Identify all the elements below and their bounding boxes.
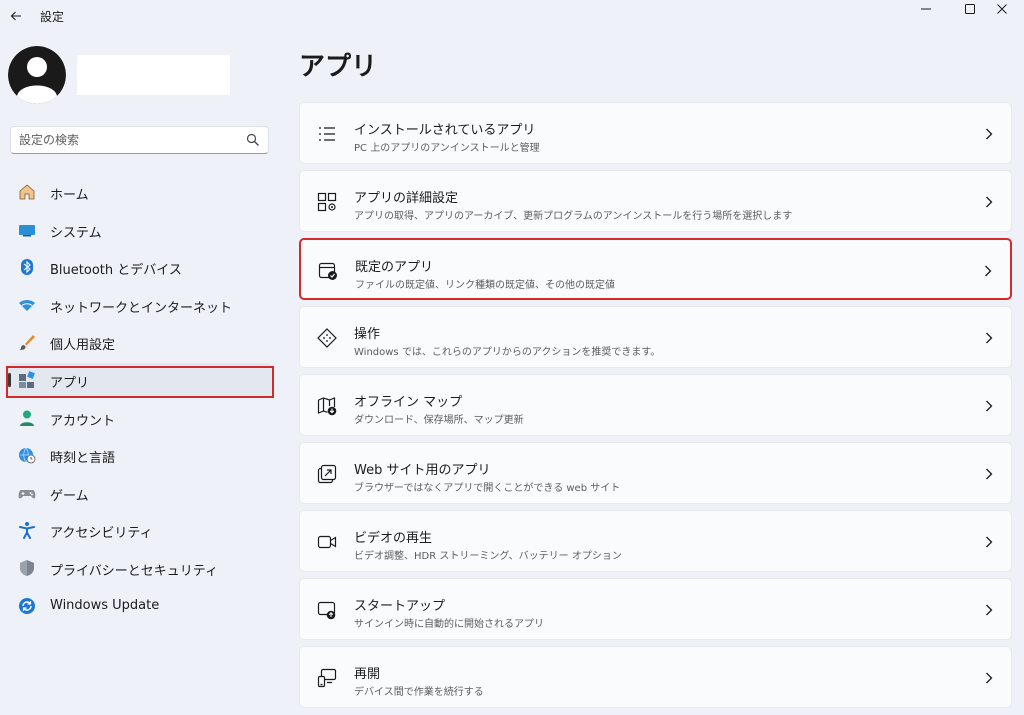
- card-apps-for-websites[interactable]: Web サイト用のアプリ ブラウザーではなくアプリで開くことができる web サ…: [299, 442, 1012, 504]
- bluetooth-icon: [18, 258, 36, 276]
- user-avatar[interactable]: [8, 46, 66, 104]
- chevron-right-icon: [983, 671, 995, 685]
- chevron-right-icon: [983, 467, 995, 481]
- card-video-playback[interactable]: ビデオの再生 ビデオ調整、HDR ストリーミング、バッテリー オプション: [299, 510, 1012, 572]
- sidebar-item-time-language[interactable]: 時刻と言語: [8, 438, 272, 472]
- card-subtitle: サインイン時に自動的に開始されるアプリ: [354, 619, 544, 630]
- person-avatar-icon: [8, 46, 66, 104]
- accessibility-icon: [18, 521, 36, 540]
- sidebar-item-windows-update[interactable]: Windows Update: [8, 589, 272, 623]
- app-title: 設定: [40, 10, 65, 24]
- brush-icon: [18, 333, 36, 351]
- sidebar-item-personalization[interactable]: 個人用設定: [8, 325, 272, 359]
- sidebar-nav: ホーム システム Bluetooth とデバイス ネットワークとインターネット …: [8, 175, 272, 626]
- card-installed-apps[interactable]: インストールされているアプリ PC 上のアプリのアンインストールと管理: [299, 102, 1012, 164]
- sidebar-item-network[interactable]: ネットワークとインターネット: [8, 288, 272, 322]
- chevron-right-icon: [982, 264, 994, 278]
- shield-icon: [18, 559, 36, 577]
- sidebar-item-label: ネットワークとインターネット: [50, 300, 233, 316]
- card-title: 再開: [354, 667, 381, 682]
- resume-devices-icon: [316, 667, 338, 689]
- search-input[interactable]: [19, 131, 239, 149]
- title-bar: 設定: [0, 0, 1024, 32]
- home-icon: [18, 183, 36, 201]
- minimize-icon: [921, 8, 931, 10]
- sidebar-item-bluetooth[interactable]: Bluetooth とデバイス: [8, 250, 272, 284]
- card-resume[interactable]: 再開 デバイス間で作業を続行する: [299, 646, 1012, 708]
- video-camera-icon: [316, 531, 338, 553]
- card-title: アプリの詳細設定: [354, 191, 459, 206]
- card-subtitle: ダウンロード、保存場所、マップ更新: [354, 415, 524, 426]
- close-icon: [997, 4, 1007, 14]
- sidebar-item-label: アクセシビリティ: [50, 526, 153, 542]
- list-icon: [316, 123, 338, 145]
- card-startup[interactable]: スタートアップ サインイン時に自動的に開始されるアプリ: [299, 578, 1012, 640]
- card-title: スタートアップ: [354, 599, 446, 614]
- sidebar-item-label: ゲーム: [50, 488, 89, 504]
- card-subtitle: デバイス間で作業を続行する: [354, 687, 484, 698]
- windows-update-icon: [18, 597, 36, 615]
- card-default-apps[interactable]: 既定のアプリ ファイルの既定値、リンク種類の既定値、その他の既定値: [299, 238, 1012, 300]
- arrow-left-icon: [10, 11, 21, 21]
- card-subtitle: ブラウザーではなくアプリで開くことができる web サイト: [354, 483, 621, 494]
- maximize-icon: [965, 4, 975, 14]
- card-subtitle: ファイルの既定値、リンク種類の既定値、その他の既定値: [355, 280, 615, 291]
- back-button[interactable]: [6, 6, 26, 26]
- wifi-icon: [18, 296, 36, 314]
- search-icon[interactable]: [246, 133, 260, 147]
- settings-card-list: インストールされているアプリ PC 上のアプリのアンインストールと管理 アプリの…: [299, 102, 1012, 714]
- sidebar-item-label: 時刻と言語: [50, 451, 116, 467]
- sidebar-item-label: プライバシーとセキュリティ: [50, 563, 218, 579]
- card-title: 操作: [354, 327, 381, 342]
- app-settings-icon: [316, 191, 338, 213]
- user-name-redacted: [77, 55, 230, 95]
- sidebar-item-system[interactable]: システム: [8, 213, 272, 247]
- page-title: アプリ: [299, 52, 378, 82]
- card-subtitle: Windows では、これらのアプリからのアクションを推奨できます。: [354, 347, 661, 358]
- card-title: オフライン マップ: [354, 395, 463, 410]
- card-title: 既定のアプリ: [355, 260, 434, 275]
- card-subtitle: ビデオ調整、HDR ストリーミング、バッテリー オプション: [354, 551, 622, 562]
- sidebar-item-label: Windows Update: [50, 597, 160, 613]
- sidebar-item-gaming[interactable]: ゲーム: [8, 476, 272, 510]
- gamepad-icon: [18, 484, 36, 502]
- card-subtitle: アプリの取得、アプリのアーカイブ、更新プログラムのアンインストールを行う場所を選…: [354, 211, 793, 222]
- close-button[interactable]: [980, 0, 1024, 18]
- sidebar-item-home[interactable]: ホーム: [8, 175, 272, 209]
- startup-icon: [316, 599, 338, 621]
- actions-icon: [316, 327, 338, 349]
- settings-search-box[interactable]: [10, 126, 269, 154]
- sidebar-item-label: 個人用設定: [50, 338, 116, 354]
- sidebar-item-label: アカウント: [50, 413, 116, 429]
- sidebar-item-accessibility[interactable]: アクセシビリティ: [8, 513, 272, 547]
- open-external-icon: [316, 463, 338, 485]
- card-subtitle: PC 上のアプリのアンインストールと管理: [354, 143, 540, 154]
- sidebar-item-accounts[interactable]: アカウント: [8, 401, 272, 435]
- card-offline-maps[interactable]: オフライン マップ ダウンロード、保存場所、マップ更新: [299, 374, 1012, 436]
- chevron-right-icon: [983, 331, 995, 345]
- chevron-right-icon: [983, 535, 995, 549]
- sidebar-item-privacy-security[interactable]: プライバシーとセキュリティ: [8, 551, 272, 585]
- card-advanced-app-settings[interactable]: アプリの詳細設定 アプリの取得、アプリのアーカイブ、更新プログラムのアンインスト…: [299, 170, 1012, 232]
- chevron-right-icon: [983, 127, 995, 141]
- card-title: ビデオの再生: [354, 531, 433, 546]
- account-icon: [18, 409, 36, 427]
- chevron-right-icon: [983, 399, 995, 413]
- globe-clock-icon: [18, 446, 36, 464]
- sidebar-item-label: Bluetooth とデバイス: [50, 263, 182, 279]
- sidebar-item-label: システム: [50, 225, 102, 241]
- card-title: Web サイト用のアプリ: [354, 463, 491, 478]
- chevron-right-icon: [983, 195, 995, 209]
- default-apps-icon: [317, 260, 339, 282]
- monitor-icon: [18, 221, 36, 239]
- offline-map-icon: [316, 395, 338, 417]
- chevron-right-icon: [983, 603, 995, 617]
- sidebar-item-label: ホーム: [50, 188, 89, 203]
- apps-highlight-box: [6, 366, 274, 398]
- card-actions[interactable]: 操作 Windows では、これらのアプリからのアクションを推奨できます。: [299, 306, 1012, 368]
- card-title: インストールされているアプリ: [354, 123, 536, 138]
- minimize-button[interactable]: [904, 0, 948, 18]
